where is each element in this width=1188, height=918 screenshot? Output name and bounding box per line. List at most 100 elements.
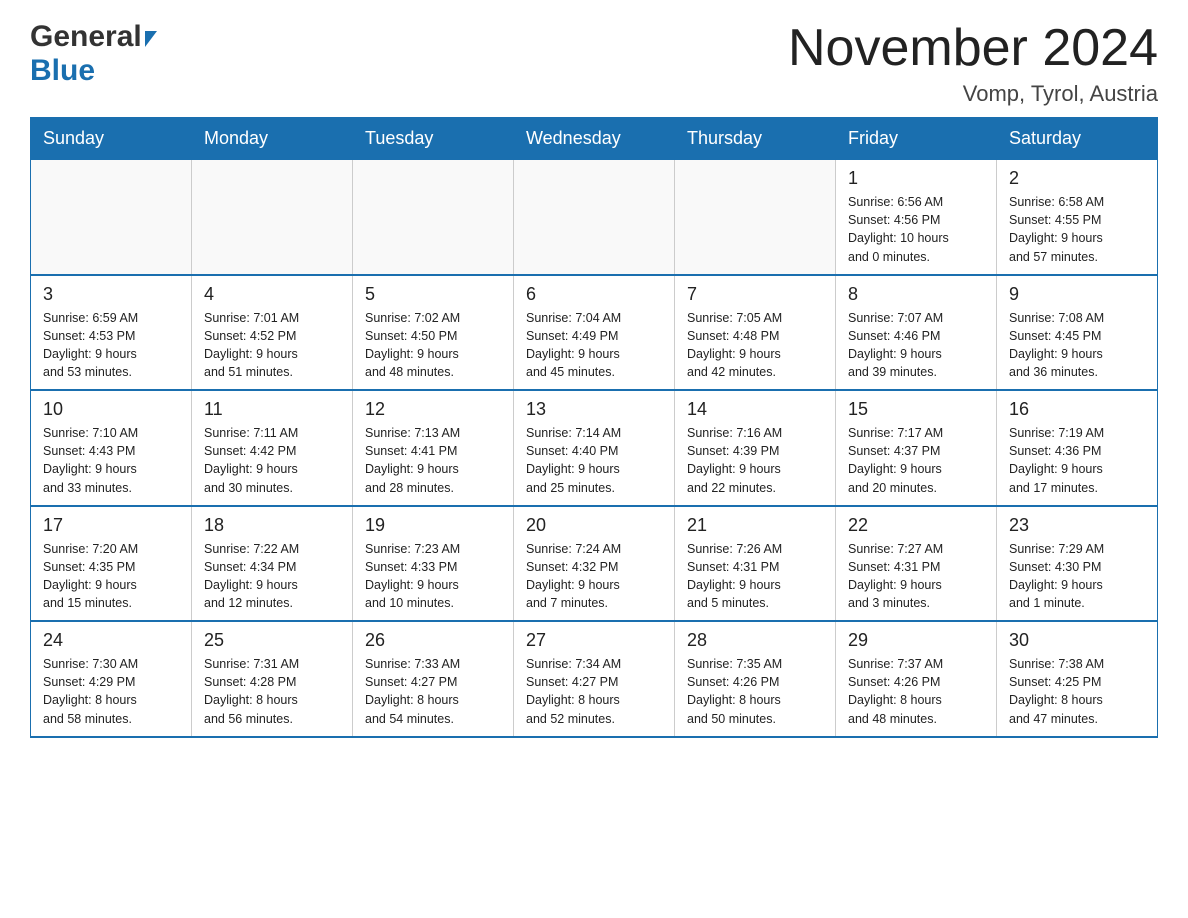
day-number: 6 <box>526 284 662 305</box>
day-number: 5 <box>365 284 501 305</box>
day-info: Sunrise: 7:30 AM Sunset: 4:29 PM Dayligh… <box>43 655 179 728</box>
day-info: Sunrise: 7:13 AM Sunset: 4:41 PM Dayligh… <box>365 424 501 497</box>
day-number: 26 <box>365 630 501 651</box>
day-number: 8 <box>848 284 984 305</box>
day-number: 14 <box>687 399 823 420</box>
calendar-cell: 10Sunrise: 7:10 AM Sunset: 4:43 PM Dayli… <box>31 390 192 506</box>
calendar-cell: 14 Sunrise: 7:16 AM Sunset: 4:39 PM Dayli… <box>675 390 836 506</box>
day-info: Sunrise: 7:04 AM Sunset: 4:49 PM Dayligh… <box>526 309 662 382</box>
calendar-table: SundayMondayTuesdayWednesdayThursdayFrid… <box>30 117 1158 738</box>
calendar-cell: 29 Sunrise: 7:37 AM Sunset: 4:26 PM Dayli… <box>836 621 997 737</box>
weekday-header-thursday: Thursday <box>675 118 836 160</box>
day-number: 10 <box>43 399 179 420</box>
day-number: 3 <box>43 284 179 305</box>
weekday-header-tuesday: Tuesday <box>353 118 514 160</box>
day-number: 23 <box>1009 515 1145 536</box>
day-info: Sunrise: 7:02 AM Sunset: 4:50 PM Dayligh… <box>365 309 501 382</box>
calendar-body: 1Sunrise: 6:56 AM Sunset: 4:56 PM Daylig… <box>31 160 1158 737</box>
day-info: Sunrise: 7:01 AM Sunset: 4:52 PM Dayligh… <box>204 309 340 382</box>
day-number: 7 <box>687 284 823 305</box>
calendar-week-0: 1Sunrise: 6:56 AM Sunset: 4:56 PM Daylig… <box>31 160 1158 275</box>
weekday-header-saturday: Saturday <box>997 118 1158 160</box>
calendar-cell: 4Sunrise: 7:01 AM Sunset: 4:52 PM Daylig… <box>192 275 353 391</box>
day-info: Sunrise: 7:34 AM Sunset: 4:27 PM Dayligh… <box>526 655 662 728</box>
day-number: 30 <box>1009 630 1145 651</box>
logo-blue: Blue <box>30 54 157 88</box>
day-number: 15 <box>848 399 984 420</box>
calendar-cell: 30 Sunrise: 7:38 AM Sunset: 4:25 PM Dayli… <box>997 621 1158 737</box>
day-info: Sunrise: 7:31 AM Sunset: 4:28 PM Dayligh… <box>204 655 340 728</box>
day-info: Sunrise: 7:17 AM Sunset: 4:37 PM Dayligh… <box>848 424 984 497</box>
calendar-cell: 22Sunrise: 7:27 AM Sunset: 4:31 PM Dayli… <box>836 506 997 622</box>
calendar-cell <box>514 160 675 275</box>
day-info: Sunrise: 7:11 AM Sunset: 4:42 PM Dayligh… <box>204 424 340 497</box>
calendar-cell: 5 Sunrise: 7:02 AM Sunset: 4:50 PM Daylig… <box>353 275 514 391</box>
calendar-cell: 3 Sunrise: 6:59 AM Sunset: 4:53 PM Daylig… <box>31 275 192 391</box>
calendar-cell: 13 Sunrise: 7:14 AM Sunset: 4:40 PM Dayli… <box>514 390 675 506</box>
weekday-header-sunday: Sunday <box>31 118 192 160</box>
calendar-cell: 17 Sunrise: 7:20 AM Sunset: 4:35 PM Dayli… <box>31 506 192 622</box>
calendar-cell: 6 Sunrise: 7:04 AM Sunset: 4:49 PM Daylig… <box>514 275 675 391</box>
day-info: Sunrise: 7:14 AM Sunset: 4:40 PM Dayligh… <box>526 424 662 497</box>
day-number: 22 <box>848 515 984 536</box>
day-number: 27 <box>526 630 662 651</box>
calendar-cell: 27 Sunrise: 7:34 AM Sunset: 4:27 PM Dayli… <box>514 621 675 737</box>
logo-arrow-icon <box>145 31 157 47</box>
day-info: Sunrise: 7:24 AM Sunset: 4:32 PM Dayligh… <box>526 540 662 613</box>
calendar-week-4: 24 Sunrise: 7:30 AM Sunset: 4:29 PM Dayli… <box>31 621 1158 737</box>
weekday-header-row: SundayMondayTuesdayWednesdayThursdayFrid… <box>31 118 1158 160</box>
day-number: 24 <box>43 630 179 651</box>
day-number: 12 <box>365 399 501 420</box>
day-info: Sunrise: 7:08 AM Sunset: 4:45 PM Dayligh… <box>1009 309 1145 382</box>
calendar-cell: 15 Sunrise: 7:17 AM Sunset: 4:37 PM Dayli… <box>836 390 997 506</box>
day-info: Sunrise: 7:37 AM Sunset: 4:26 PM Dayligh… <box>848 655 984 728</box>
title-block: November 2024 Vomp, Tyrol, Austria <box>788 20 1158 107</box>
day-info: Sunrise: 7:07 AM Sunset: 4:46 PM Dayligh… <box>848 309 984 382</box>
calendar-cell: 12 Sunrise: 7:13 AM Sunset: 4:41 PM Dayli… <box>353 390 514 506</box>
day-number: 13 <box>526 399 662 420</box>
page-title: November 2024 <box>788 20 1158 77</box>
calendar-cell: 11Sunrise: 7:11 AM Sunset: 4:42 PM Dayli… <box>192 390 353 506</box>
day-number: 2 <box>1009 168 1145 189</box>
weekday-header-monday: Monday <box>192 118 353 160</box>
calendar-cell <box>192 160 353 275</box>
day-info: Sunrise: 7:05 AM Sunset: 4:48 PM Dayligh… <box>687 309 823 382</box>
weekday-header-wednesday: Wednesday <box>514 118 675 160</box>
calendar-header: SundayMondayTuesdayWednesdayThursdayFrid… <box>31 118 1158 160</box>
day-info: Sunrise: 6:58 AM Sunset: 4:55 PM Dayligh… <box>1009 193 1145 266</box>
calendar-cell: 24 Sunrise: 7:30 AM Sunset: 4:29 PM Dayli… <box>31 621 192 737</box>
calendar-cell <box>31 160 192 275</box>
day-number: 29 <box>848 630 984 651</box>
calendar-cell: 25 Sunrise: 7:31 AM Sunset: 4:28 PM Dayli… <box>192 621 353 737</box>
day-info: Sunrise: 7:29 AM Sunset: 4:30 PM Dayligh… <box>1009 540 1145 613</box>
day-info: Sunrise: 6:59 AM Sunset: 4:53 PM Dayligh… <box>43 309 179 382</box>
logo-general: General <box>30 20 142 54</box>
calendar-cell <box>675 160 836 275</box>
calendar-cell: 23 Sunrise: 7:29 AM Sunset: 4:30 PM Dayli… <box>997 506 1158 622</box>
calendar-cell: 21Sunrise: 7:26 AM Sunset: 4:31 PM Dayli… <box>675 506 836 622</box>
day-info: Sunrise: 7:38 AM Sunset: 4:25 PM Dayligh… <box>1009 655 1145 728</box>
day-info: Sunrise: 7:19 AM Sunset: 4:36 PM Dayligh… <box>1009 424 1145 497</box>
logo: General Blue <box>30 20 157 88</box>
day-number: 25 <box>204 630 340 651</box>
calendar-week-1: 3 Sunrise: 6:59 AM Sunset: 4:53 PM Daylig… <box>31 275 1158 391</box>
calendar-cell <box>353 160 514 275</box>
day-number: 16 <box>1009 399 1145 420</box>
day-number: 19 <box>365 515 501 536</box>
calendar-cell: 18Sunrise: 7:22 AM Sunset: 4:34 PM Dayli… <box>192 506 353 622</box>
day-number: 1 <box>848 168 984 189</box>
day-info: Sunrise: 7:35 AM Sunset: 4:26 PM Dayligh… <box>687 655 823 728</box>
day-info: Sunrise: 7:22 AM Sunset: 4:34 PM Dayligh… <box>204 540 340 613</box>
calendar-cell: 28 Sunrise: 7:35 AM Sunset: 4:26 PM Dayli… <box>675 621 836 737</box>
weekday-header-friday: Friday <box>836 118 997 160</box>
calendar-cell: 1Sunrise: 6:56 AM Sunset: 4:56 PM Daylig… <box>836 160 997 275</box>
day-number: 17 <box>43 515 179 536</box>
calendar-week-2: 10Sunrise: 7:10 AM Sunset: 4:43 PM Dayli… <box>31 390 1158 506</box>
day-info: Sunrise: 7:16 AM Sunset: 4:39 PM Dayligh… <box>687 424 823 497</box>
day-number: 28 <box>687 630 823 651</box>
day-info: Sunrise: 7:20 AM Sunset: 4:35 PM Dayligh… <box>43 540 179 613</box>
day-info: Sunrise: 7:23 AM Sunset: 4:33 PM Dayligh… <box>365 540 501 613</box>
day-info: Sunrise: 7:26 AM Sunset: 4:31 PM Dayligh… <box>687 540 823 613</box>
page-header: General Blue November 2024 Vomp, Tyrol, … <box>30 20 1158 107</box>
calendar-cell: 9Sunrise: 7:08 AM Sunset: 4:45 PM Daylig… <box>997 275 1158 391</box>
